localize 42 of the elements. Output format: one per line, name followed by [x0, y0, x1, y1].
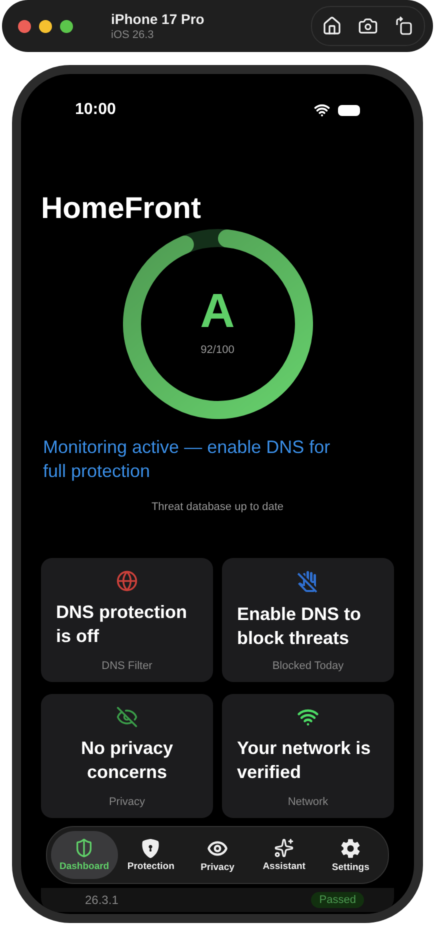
score-grade: A: [200, 286, 235, 338]
card-caption: Network: [288, 796, 328, 808]
tab[interactable]: Assistant: [250, 831, 318, 879]
hand-slash-icon: [296, 570, 320, 594]
tab[interactable]: Protection: [118, 831, 184, 879]
score-reading: 92/100: [200, 344, 234, 356]
minimize-button[interactable]: [39, 20, 52, 32]
database-note: Threat database up to date: [150, 501, 285, 513]
sparkles-icon: [274, 838, 294, 858]
card-caption: DNS Filter: [102, 660, 152, 672]
close-button[interactable]: [18, 20, 31, 32]
status-card[interactable]: DNS protection is off DNS Filter: [41, 558, 213, 682]
device-name: iPhone 17 Pro: [111, 11, 206, 27]
status-message: Monitoring active — enable DNS for full protection: [43, 436, 332, 483]
rotate-icon[interactable]: [394, 16, 414, 36]
status-time: 10:00: [75, 101, 117, 119]
os-version: iOS 26.3: [111, 29, 155, 41]
passed-label: Passed: [311, 892, 364, 908]
status-card[interactable]: Enable DNS to block threats Blocked Today: [222, 558, 394, 682]
battery-icon: [338, 104, 360, 116]
status-card[interactable]: Your network is verified Network: [222, 694, 394, 818]
card-caption: Blocked Today: [272, 660, 344, 672]
status-card[interactable]: No privacy concerns Privacy: [41, 694, 213, 818]
card-title: No privacy concerns: [80, 737, 174, 784]
shield-icon: [74, 838, 94, 858]
camera-icon[interactable]: [358, 16, 378, 36]
wifi-icon: [314, 102, 330, 118]
tab[interactable]: Settings: [317, 831, 384, 879]
card-title: Enable DNS to block threats: [237, 603, 362, 650]
card-caption: Privacy: [108, 796, 146, 808]
app-title: HomeFront: [41, 191, 202, 227]
settings-icon: [340, 838, 362, 858]
zoom-button[interactable]: [60, 20, 73, 32]
shield-lock-icon: [141, 838, 160, 858]
tab[interactable]: Privacy: [184, 831, 251, 879]
tab[interactable]: Dashboard: [51, 831, 118, 879]
eye-slash-icon: [116, 706, 138, 728]
home-icon[interactable]: [322, 16, 342, 36]
check-detail: 26.3.1: [85, 893, 120, 907]
globe-icon: [116, 570, 138, 592]
card-title: Your network is verified: [237, 737, 372, 784]
card-title: DNS protection is off: [56, 601, 188, 648]
